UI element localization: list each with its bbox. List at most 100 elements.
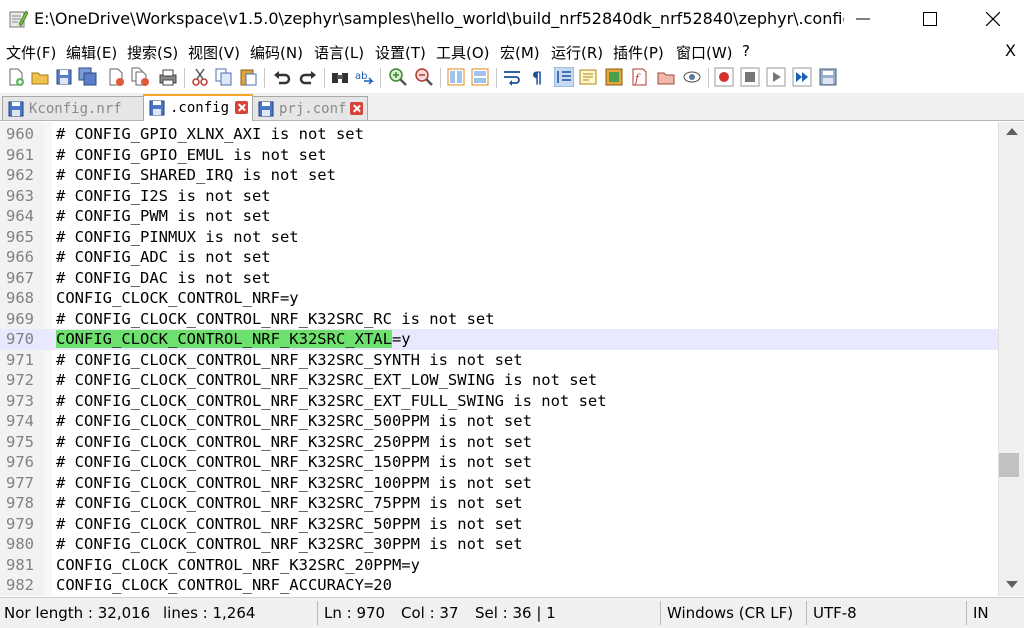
print-icon[interactable]	[158, 67, 178, 87]
monitoring-icon[interactable]	[682, 67, 702, 87]
tab-close-icon[interactable]	[235, 101, 248, 114]
line-text: # CONFIG_I2S is not set	[56, 186, 271, 205]
code-line[interactable]: 961 # CONFIG_GPIO_EMUL is not set	[0, 145, 998, 166]
code-line[interactable]: 970 CONFIG_CLOCK_CONTROL_NRF_K32SRC_XTAL=…	[0, 329, 998, 350]
scroll-up-arrow-icon[interactable]	[1006, 128, 1018, 135]
copy-icon[interactable]	[214, 67, 234, 87]
sync-vertical-icon[interactable]	[446, 67, 466, 87]
menu-help[interactable]: ?	[742, 42, 750, 60]
status-insert-mode: IN	[973, 604, 989, 622]
close-file-icon[interactable]	[106, 67, 126, 87]
vertical-scrollbar[interactable]	[998, 122, 1024, 596]
show-all-chars-icon[interactable]: ¶	[528, 67, 548, 87]
menu-search[interactable]: 搜索(S)	[127, 42, 178, 63]
menu-window[interactable]: 窗口(W)	[676, 42, 733, 63]
replace-icon[interactable]: ab	[354, 67, 374, 87]
stop-record-icon[interactable]	[740, 67, 760, 87]
function-list-icon[interactable]	[604, 67, 624, 87]
undo-icon[interactable]	[272, 67, 292, 87]
line-number: 971	[6, 350, 34, 369]
code-line[interactable]: 971 # CONFIG_CLOCK_CONTROL_NRF_K32SRC_SYN…	[0, 350, 998, 371]
code-line[interactable]: 972 # CONFIG_CLOCK_CONTROL_NRF_K32SRC_EXT…	[0, 370, 998, 391]
zoom-in-icon[interactable]	[388, 67, 408, 87]
menu-run[interactable]: 运行(R)	[551, 42, 603, 63]
code-line[interactable]: 981 CONFIG_CLOCK_CONTROL_NRF_K32SRC_20PPM…	[0, 555, 998, 576]
code-line[interactable]: 980 # CONFIG_CLOCK_CONTROL_NRF_K32SRC_30P…	[0, 534, 998, 555]
menu-tools[interactable]: 工具(O)	[436, 42, 490, 63]
status-eol[interactable]: Windows (CR LF)	[667, 604, 793, 622]
line-text: # CONFIG_PWM is not set	[56, 207, 271, 225]
run-macro-multiple-icon[interactable]	[792, 67, 812, 87]
scroll-down-arrow-icon[interactable]	[1006, 581, 1018, 588]
menu-language[interactable]: 语言(L)	[314, 42, 364, 63]
line-text: # CONFIG_GPIO_XLNX_AXI is not set	[56, 125, 364, 143]
zoom-out-icon[interactable]	[414, 67, 434, 87]
sync-horizontal-icon[interactable]	[470, 67, 490, 87]
code-line[interactable]: 975 # CONFIG_CLOCK_CONTROL_NRF_K32SRC_250…	[0, 432, 998, 453]
menu-encoding[interactable]: 编码(N)	[250, 42, 303, 63]
code-line[interactable]: 966 # CONFIG_ADC is not set	[0, 247, 998, 268]
open-file-icon[interactable]	[30, 67, 50, 87]
status-encoding[interactable]: UTF-8	[813, 604, 857, 622]
tab-close-icon[interactable]	[350, 102, 363, 115]
tab-prj-conf[interactable]: prj.conf	[252, 96, 368, 120]
code-line[interactable]: 976 # CONFIG_CLOCK_CONTROL_NRF_K32SRC_150…	[0, 452, 998, 473]
line-number: 975	[6, 432, 34, 451]
line-number: 978	[6, 494, 34, 512]
save-icon[interactable]	[54, 67, 74, 87]
tab-config[interactable]: .config	[143, 94, 253, 121]
close-window-button[interactable]	[970, 0, 1016, 38]
line-number: 980	[6, 535, 34, 553]
svg-text:¶: ¶	[532, 68, 542, 87]
code-line[interactable]: 973 # CONFIG_CLOCK_CONTROL_NRF_K32SRC_EXT…	[0, 391, 998, 412]
code-line[interactable]: 982 CONFIG_CLOCK_CONTROL_NRF_ACCURACY=20	[0, 575, 998, 596]
new-file-icon[interactable]	[6, 67, 26, 87]
save-macro-icon[interactable]	[818, 67, 838, 87]
tab-label: Kconfig.nrf	[29, 101, 122, 117]
close-all-icon[interactable]	[130, 67, 150, 87]
code-line[interactable]: 967 # CONFIG_DAC is not set	[0, 268, 998, 289]
line-text: # CONFIG_GPIO_EMUL is not set	[56, 145, 327, 164]
minimize-button[interactable]	[840, 0, 886, 38]
doc-map-icon[interactable]	[578, 67, 598, 87]
code-line[interactable]: 965 # CONFIG_PINMUX is not set	[0, 227, 998, 248]
code-line[interactable]: 978 # CONFIG_CLOCK_CONTROL_NRF_K32SRC_75P…	[0, 493, 998, 514]
toolbar-separator	[380, 68, 381, 88]
record-macro-icon[interactable]	[714, 67, 734, 87]
code-line[interactable]: 974 # CONFIG_CLOCK_CONTROL_NRF_K32SRC_500…	[0, 411, 998, 432]
code-line[interactable]: 969 # CONFIG_CLOCK_CONTROL_NRF_K32SRC_RC …	[0, 309, 998, 330]
menu-edit[interactable]: 编辑(E)	[66, 42, 117, 63]
menu-file[interactable]: 文件(F)	[6, 42, 56, 63]
code-line[interactable]: 963 # CONFIG_I2S is not set	[0, 186, 998, 207]
find-icon[interactable]	[330, 67, 350, 87]
line-number: 969	[6, 309, 34, 328]
play-macro-icon[interactable]	[766, 67, 786, 87]
close-document-button[interactable]: X	[1005, 41, 1016, 60]
maximize-button[interactable]	[907, 0, 953, 38]
menu-view[interactable]: 视图(V)	[188, 42, 240, 63]
redo-icon[interactable]	[298, 67, 318, 87]
close-icon	[986, 12, 1000, 26]
word-wrap-icon[interactable]	[502, 67, 522, 87]
folder-as-workspace-icon[interactable]	[656, 67, 676, 87]
code-line[interactable]: 962 # CONFIG_SHARED_IRQ is not set	[0, 165, 998, 186]
menu-settings[interactable]: 设置(T)	[375, 42, 426, 63]
paste-icon[interactable]	[238, 67, 258, 87]
code-line[interactable]: 968 CONFIG_CLOCK_CONTROL_NRF=y	[0, 288, 998, 309]
code-line[interactable]: 960 # CONFIG_GPIO_XLNX_AXI is not set	[0, 124, 998, 145]
line-number: 960	[6, 125, 34, 143]
code-line[interactable]: 964 # CONFIG_PWM is not set	[0, 206, 998, 227]
indent-guide-icon[interactable]	[554, 67, 574, 87]
cut-icon[interactable]	[190, 67, 210, 87]
folder-workspace-icon[interactable]: f	[630, 67, 650, 87]
code-line[interactable]: 979 # CONFIG_CLOCK_CONTROL_NRF_K32SRC_50P…	[0, 514, 998, 535]
save-all-icon[interactable]	[78, 67, 98, 87]
tab-kconfig-nrf[interactable]: Kconfig.nrf	[2, 96, 144, 120]
status-column: Col : 37	[401, 604, 459, 622]
status-selection: Sel : 36 | 1	[475, 604, 556, 622]
scrollbar-thumb[interactable]	[999, 453, 1019, 477]
menu-plugins[interactable]: 插件(P)	[613, 42, 664, 63]
menu-macro[interactable]: 宏(M)	[500, 42, 540, 63]
text-editor[interactable]: 960 # CONFIG_GPIO_XLNX_AXI is not set 961 #…	[0, 122, 998, 596]
code-line[interactable]: 977 # CONFIG_CLOCK_CONTROL_NRF_K32SRC_100…	[0, 473, 998, 494]
